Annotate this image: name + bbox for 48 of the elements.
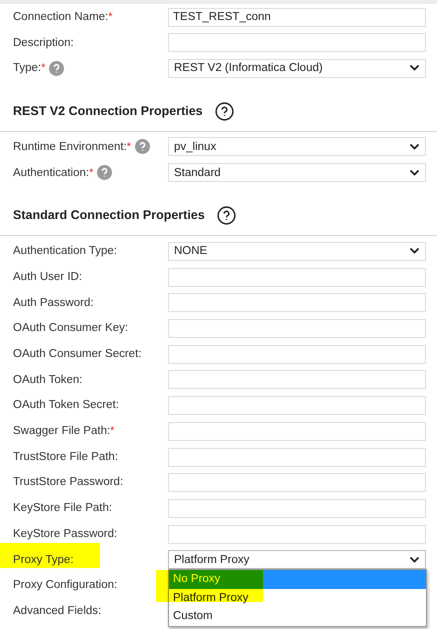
section-title: Standard Connection Properties <box>13 208 205 222</box>
dropdown[interactable]: pv_linux <box>168 137 426 156</box>
chevron-down-icon <box>409 168 420 177</box>
input-field[interactable] <box>168 448 426 467</box>
dropdown[interactable]: Standard <box>168 163 426 182</box>
field-label: Description: <box>13 36 74 49</box>
field-label: OAuth Consumer Secret: <box>13 348 142 360</box>
field-label: Auth Password: <box>13 296 94 309</box>
section-title: REST V2 Connection Properties <box>13 104 203 118</box>
field-label: OAuth Token: <box>13 374 82 386</box>
field-label: Type:* <box>13 62 46 74</box>
dropdown[interactable]: NONE <box>168 242 426 261</box>
field-label: Proxy Configuration: <box>13 579 118 592</box>
input-field[interactable] <box>168 33 426 52</box>
field-label: TrustStore File Path: <box>13 450 118 463</box>
input-field[interactable] <box>168 422 426 441</box>
input-field[interactable] <box>168 293 426 312</box>
chevron-down-icon <box>409 556 420 564</box>
field-label: Auth User ID: <box>13 270 82 283</box>
help-icon[interactable] <box>214 102 234 121</box>
field-label: TrustStore Password: <box>13 476 124 488</box>
chevron-down-icon <box>409 64 420 72</box>
dropdown-option[interactable]: Custom <box>169 607 426 626</box>
input-field[interactable] <box>168 473 426 492</box>
field-label: OAuth Consumer Key: <box>13 322 128 334</box>
input-field[interactable] <box>168 268 426 287</box>
field-label: KeyStore File Path: <box>13 502 112 514</box>
input-field[interactable] <box>168 524 426 544</box>
field-label: OAuth Token Secret: <box>13 399 119 412</box>
field-label: Authentication:* <box>13 166 94 179</box>
chevron-down-icon <box>409 247 420 256</box>
help-icon[interactable] <box>216 206 236 225</box>
chevron-down-icon <box>409 142 420 151</box>
dropdown[interactable]: Platform Proxy <box>168 550 426 570</box>
input-field[interactable] <box>168 370 426 390</box>
field-label: Runtime Environment:* <box>13 140 132 153</box>
field-label: Connection Name:* <box>13 10 113 23</box>
field-label: Advanced Fields: <box>13 604 102 617</box>
field-label: Proxy Type: <box>13 554 74 566</box>
field-label: Swagger File Path:* <box>13 425 114 438</box>
input-field[interactable]: TEST_REST_conn <box>168 8 426 27</box>
input-field[interactable] <box>168 498 426 518</box>
dropdown[interactable]: REST V2 (Informatica Cloud) <box>168 58 426 78</box>
field-label: Authentication Type: <box>13 245 117 258</box>
input-field[interactable] <box>168 396 426 416</box>
input-field[interactable] <box>168 344 426 364</box>
input-field[interactable] <box>168 319 426 338</box>
field-label: KeyStore Password: <box>13 528 118 540</box>
